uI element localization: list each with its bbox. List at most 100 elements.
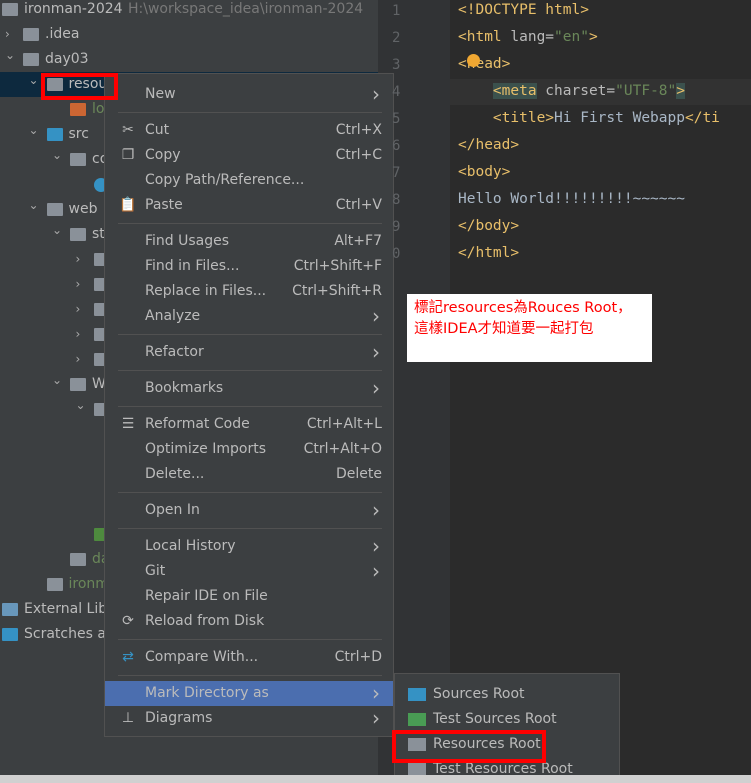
- chevron-down-icon[interactable]: ⌄: [5, 43, 17, 68]
- sources-root-folder-icon: [408, 688, 426, 701]
- menu-item-label: Git: [145, 563, 166, 579]
- menu-item-git[interactable]: Git ›: [105, 559, 393, 584]
- iml-file-icon: [70, 553, 86, 566]
- code-token: <meta: [492, 83, 537, 99]
- code-line: </body>: [458, 218, 519, 234]
- chevron-right-icon[interactable]: ›: [76, 272, 88, 297]
- menu-item-delete[interactable]: Delete... Delete: [105, 462, 393, 487]
- menu-item-diagrams[interactable]: ⊥ Diagrams ›: [105, 706, 393, 731]
- code-token: <title>: [492, 110, 555, 126]
- menu-item-shortcut: Ctrl+V: [335, 197, 382, 213]
- tree-item-label: day03: [45, 51, 89, 67]
- submenu-item-label: Sources Root: [433, 686, 525, 702]
- line-number: 3: [392, 57, 401, 73]
- tree-item[interactable]: › .idea: [0, 22, 378, 47]
- menu-item-label: Paste: [145, 197, 183, 213]
- menu-item-mark-directory-as[interactable]: Mark Directory as ›: [105, 681, 393, 706]
- chevron-down-icon[interactable]: ⌄: [52, 218, 64, 243]
- chevron-down-icon[interactable]: ⌄: [29, 68, 41, 93]
- chevron-right-icon[interactable]: ›: [76, 297, 88, 322]
- menu-item-label: Find in Files...: [145, 258, 240, 274]
- code-token: charset=: [536, 83, 616, 99]
- folder-icon: [70, 378, 86, 391]
- menu-item-shortcut: Ctrl+Shift+F: [293, 258, 382, 274]
- menu-item-new[interactable]: New ›: [105, 82, 393, 107]
- module-folder-icon: [2, 3, 18, 16]
- web-folder-icon: [46, 203, 63, 216]
- menu-item-repair-ide-on-file[interactable]: Repair IDE on File: [105, 584, 393, 609]
- menu-item-analyze[interactable]: Analyze ›: [105, 304, 393, 329]
- package-icon: [70, 153, 86, 166]
- chevron-down-icon[interactable]: ⌄: [29, 118, 41, 143]
- annotation-line-2: 這樣IDEA才知道要一起打包: [414, 321, 594, 337]
- test-sources-root-folder-icon: [408, 713, 426, 726]
- tree-item-label: lo: [92, 101, 105, 117]
- submenu-item-sources-root[interactable]: Sources Root: [395, 682, 619, 707]
- line-number: 4: [392, 84, 401, 100]
- chevron-down-icon[interactable]: ⌄: [29, 193, 41, 218]
- menu-item-shortcut: Ctrl+Shift+R: [292, 283, 382, 299]
- menu-item-label: Local History: [145, 538, 236, 554]
- menu-item-paste[interactable]: 📋 Paste Ctrl+V: [105, 193, 393, 218]
- menu-item-find-usages[interactable]: Find Usages Alt+F7: [105, 229, 393, 254]
- tree-item[interactable]: ironman-2024 H:\workspace_idea\ironman-20…: [0, 0, 378, 22]
- menu-item-copy[interactable]: ❐ Copy Ctrl+C: [105, 143, 393, 168]
- menu-item-replace-in-files[interactable]: Replace in Files... Ctrl+Shift+R: [105, 279, 393, 304]
- menu-item-shortcut: Ctrl+Alt+O: [303, 441, 382, 457]
- scissors-icon: ✂: [122, 122, 134, 138]
- code-token: Hi First Webapp: [554, 110, 685, 126]
- menu-item-optimize-imports[interactable]: Optimize Imports Ctrl+Alt+O: [105, 437, 393, 462]
- code-line: </html>: [458, 245, 519, 261]
- source-folder-icon: [46, 128, 63, 141]
- menu-item-label: Delete...: [145, 466, 205, 482]
- line-number: 5: [392, 111, 401, 127]
- menu-item-shortcut: Delete: [336, 466, 382, 482]
- xml-file-icon: [70, 103, 86, 116]
- menu-item-copy-path-reference[interactable]: Copy Path/Reference...: [105, 168, 393, 193]
- chevron-right-icon: ›: [372, 82, 380, 106]
- menu-item-shortcut: Ctrl+D: [334, 649, 382, 665]
- chevron-right-icon[interactable]: ›: [76, 322, 88, 347]
- menu-item-label: New: [145, 86, 176, 102]
- code-token: <!DOCTYPE html>: [458, 2, 589, 18]
- chevron-right-icon[interactable]: ›: [76, 247, 88, 272]
- chevron-down-icon[interactable]: ⌄: [52, 368, 64, 393]
- submenu-item-test-sources-root[interactable]: Test Sources Root: [395, 707, 619, 732]
- lightbulb-icon[interactable]: [467, 54, 480, 67]
- chevron-down-icon[interactable]: ⌄: [52, 143, 64, 168]
- menu-item-label: Mark Directory as: [145, 685, 269, 701]
- menu-item-bookmarks[interactable]: Bookmarks ›: [105, 376, 393, 401]
- menu-separator: [118, 370, 382, 371]
- chevron-right-icon: ›: [372, 681, 380, 705]
- menu-item-reload-from-disk[interactable]: ⟳ Reload from Disk: [105, 609, 393, 634]
- menu-item-compare-with[interactable]: ⇄ Compare With... Ctrl+D: [105, 645, 393, 670]
- tree-item[interactable]: ⌄ day03: [0, 47, 378, 72]
- code-token: <body>: [458, 164, 511, 180]
- menu-item-refactor[interactable]: Refactor ›: [105, 340, 393, 365]
- menu-item-find-in-files[interactable]: Find in Files... Ctrl+Shift+F: [105, 254, 393, 279]
- code-line: <title>Hi First Webapp</ti: [458, 110, 720, 126]
- code-token: >: [588, 29, 598, 45]
- tree-item-label: src: [68, 126, 89, 142]
- line-number: 2: [392, 30, 401, 46]
- menu-item-label: Compare With...: [145, 649, 259, 665]
- menu-item-label: Optimize Imports: [145, 441, 266, 457]
- menu-item-local-history[interactable]: Local History ›: [105, 534, 393, 559]
- diagram-icon: ⊥: [121, 710, 135, 726]
- menu-item-label: Analyze: [145, 308, 201, 324]
- menu-item-label: Bookmarks: [145, 380, 224, 396]
- menu-item-label: Reformat Code: [145, 416, 250, 432]
- menu-item-reformat-code[interactable]: ☰ Reformat Code Ctrl+Alt+L: [105, 412, 393, 437]
- chevron-down-icon[interactable]: ⌄: [76, 393, 88, 418]
- chevron-right-icon[interactable]: ›: [76, 347, 88, 372]
- code-token: <head>: [458, 56, 511, 72]
- menu-item-open-in[interactable]: Open In ›: [105, 498, 393, 523]
- line-number: 1: [392, 3, 401, 19]
- line-number: 8: [392, 192, 401, 208]
- menu-item-label: Open In: [145, 502, 200, 518]
- menu-separator: [118, 112, 382, 113]
- code-token: "UTF-8": [615, 83, 677, 99]
- menu-separator: [118, 223, 382, 224]
- menu-item-cut[interactable]: ✂ Cut Ctrl+X: [105, 118, 393, 143]
- line-number: 0: [392, 246, 401, 262]
